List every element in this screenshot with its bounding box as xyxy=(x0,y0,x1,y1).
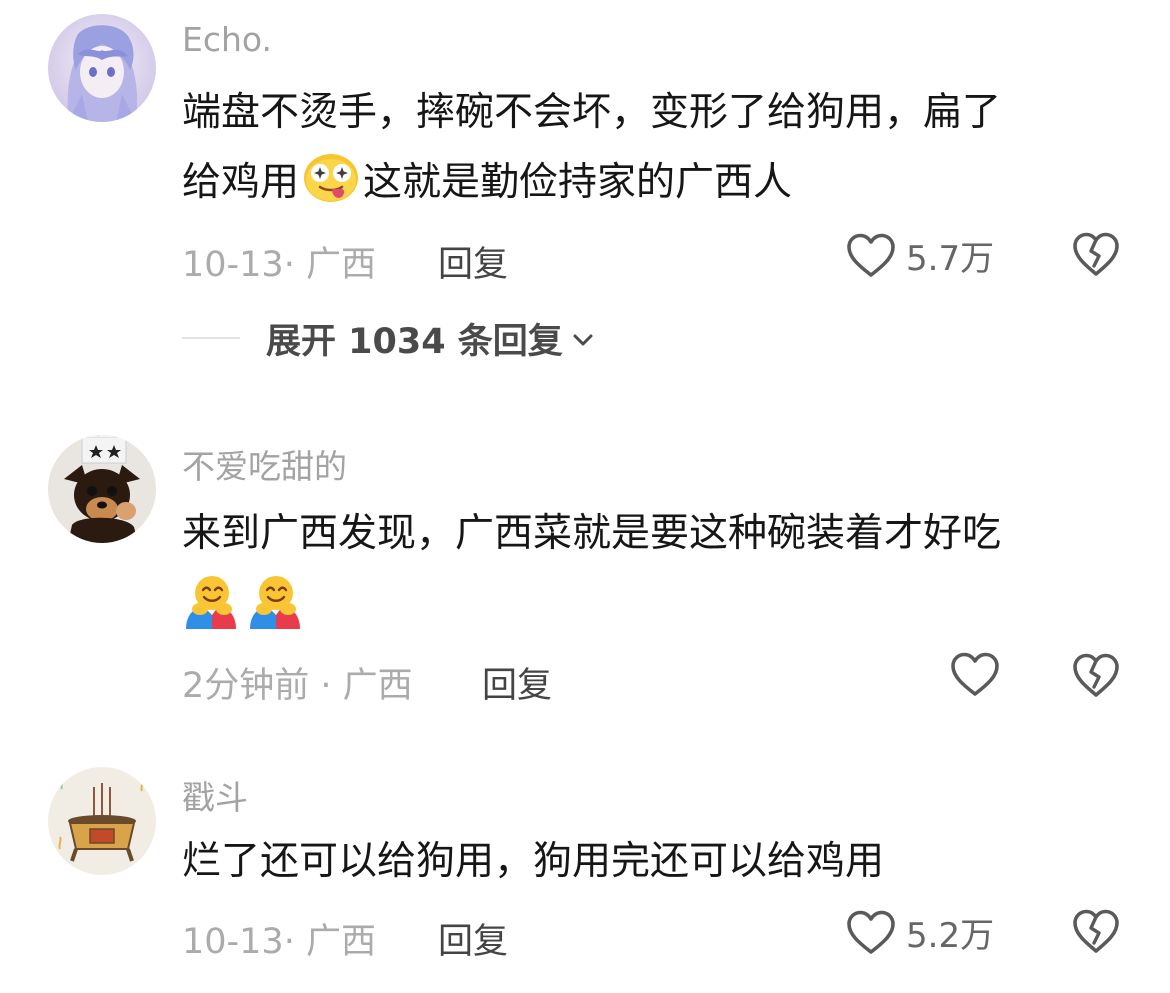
avatar[interactable] xyxy=(48,435,156,543)
broken-heart-icon xyxy=(1073,909,1119,953)
comment-text-line: 来到广西发现，广西菜就是要这种碗装着才好吃 xyxy=(182,511,1002,556)
comment-text: 烂了还可以给狗用，狗用完还可以给鸡用 xyxy=(182,827,1122,897)
comment-text-segment: 这就是勤俭持家的广西人 xyxy=(363,160,793,205)
broken-heart-icon xyxy=(1073,653,1119,697)
comment-text-line: 端盘不烫手，摔碗不会坏，变形了给狗用，扁了 xyxy=(182,90,1002,135)
like-button[interactable]: 5.2万 xyxy=(846,908,994,957)
anime-girl-avatar-icon xyxy=(48,14,156,122)
hugging-face-icon xyxy=(182,573,240,652)
like-count: 5.7万 xyxy=(906,239,995,279)
incense-burner-avatar-icon xyxy=(48,767,156,875)
reply-button[interactable]: 回复 xyxy=(438,913,508,964)
expand-replies-label: 展开 1034 条回复 xyxy=(266,321,563,362)
like-button[interactable] xyxy=(950,652,1010,698)
timestamp-location: 10-13· 广西 xyxy=(182,245,376,285)
username[interactable]: 戳斗 xyxy=(182,771,248,819)
timestamp-location: 2分钟前 · 广西 xyxy=(182,666,413,706)
heart-icon xyxy=(847,233,895,277)
comment-text-segment: 给鸡用 xyxy=(182,160,300,205)
timestamp-location: 10-13· 广西 xyxy=(182,922,376,962)
reply-button[interactable]: 回复 xyxy=(482,657,552,708)
heart-icon xyxy=(847,910,895,954)
broken-heart-icon xyxy=(1073,232,1119,276)
username[interactable]: 不爱吃甜的 xyxy=(182,440,347,488)
comment-text: 来到广西发现，广西菜就是要这种碗装着才好吃 xyxy=(182,499,1122,643)
heart-icon xyxy=(951,652,999,696)
dog-avatar-icon xyxy=(48,435,156,543)
reply-button[interactable]: 回复 xyxy=(438,236,508,287)
dislike-button[interactable] xyxy=(1072,909,1120,957)
dislike-button[interactable] xyxy=(1072,653,1120,701)
chevron-down-icon xyxy=(573,334,593,346)
username[interactable]: Echo. xyxy=(182,20,272,59)
avatar[interactable] xyxy=(48,767,156,875)
comment-text-line: 给鸡用 这就是勤俭持家的广西人 xyxy=(182,148,1122,226)
comment-text: 端盘不烫手，摔碗不会坏，变形了给狗用，扁了 给鸡用 这就是勤俭持家的广西人 xyxy=(182,78,1122,226)
divider xyxy=(182,337,240,339)
dislike-button[interactable] xyxy=(1072,232,1120,280)
like-button[interactable]: 5.7万 xyxy=(846,231,994,280)
drooling-face-icon xyxy=(302,153,360,226)
expand-replies-button[interactable]: 展开 1034 条回复 xyxy=(182,316,595,362)
hugging-face-icon xyxy=(246,573,304,652)
comment-feed: Echo. 端盘不烫手，摔碗不会坏，变形了给狗用，扁了 给鸡用 这就是勤俭持家的… xyxy=(0,0,1170,993)
comment-emoji-row xyxy=(182,569,1122,643)
avatar[interactable] xyxy=(48,14,156,122)
like-count: 5.2万 xyxy=(906,916,995,956)
comment-text-line: 烂了还可以给狗用，狗用完还可以给鸡用 xyxy=(182,839,885,884)
